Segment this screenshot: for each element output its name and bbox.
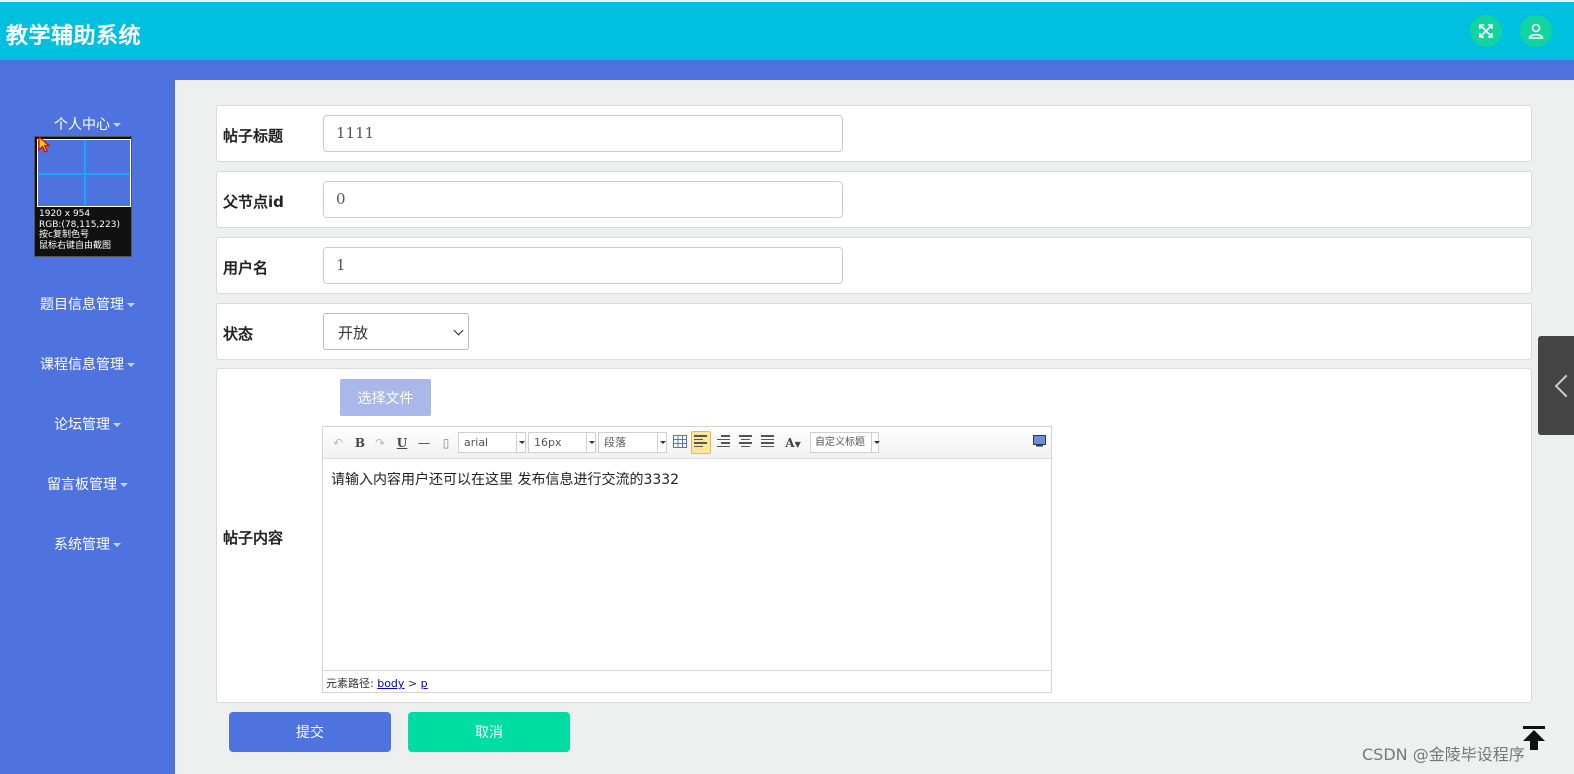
align-center-icon[interactable]: [739, 435, 752, 447]
font-color-label: A: [785, 436, 795, 450]
path-separator: >: [407, 677, 418, 690]
path-p-link[interactable]: p: [421, 677, 428, 690]
undo-icon[interactable]: ↶: [331, 434, 345, 452]
fullscreen-button[interactable]: [1470, 15, 1502, 47]
font-color-button[interactable]: A▼: [783, 434, 803, 452]
username-input[interactable]: 1: [323, 247, 843, 284]
caret-down-icon: [127, 303, 135, 307]
editor-content[interactable]: 请输入内容用户还可以在这里 发布信息进行交流的3332: [331, 469, 679, 489]
picker-rgb: RGB:(78,115,223): [39, 219, 120, 230]
sidebar-item-label: 课程信息管理: [40, 357, 124, 373]
element-path-label: 元素路径:: [326, 677, 374, 690]
form-row-status: 状态 开放: [216, 303, 1532, 360]
status-label: 状态: [223, 325, 254, 343]
align-left-icon: [694, 435, 707, 447]
form-row-username: 用户名 1: [216, 237, 1532, 294]
rich-text-editor: ↶ B ↷ U — ▯ arial 16px 段落 A▼ 自定义标题 请输入内容…: [322, 426, 1052, 693]
horizontal-rule-icon[interactable]: —: [417, 434, 431, 452]
picker-info: 1920 x 954 RGB:(78,115,223) 按c复制色号 鼠标右键自…: [39, 209, 120, 251]
caret-down-icon: [113, 423, 121, 427]
cancel-button[interactable]: 取消: [408, 712, 570, 752]
underline-button[interactable]: U: [395, 434, 409, 452]
sidebar-item-label: 个人中心: [54, 117, 110, 133]
font-family-select[interactable]: arial: [458, 432, 526, 453]
dropdown-arrow-icon: [871, 433, 880, 452]
caret-down-icon: ▼: [794, 439, 801, 449]
caret-down-icon: [120, 483, 128, 487]
custom-heading-select[interactable]: 自定义标题: [810, 432, 880, 453]
parent-id-input[interactable]: 0: [323, 181, 843, 218]
top-header: 教学辅助系统: [0, 0, 1574, 60]
dropdown-arrow-icon: [586, 433, 595, 452]
sidebar-item-label: 题目信息管理: [40, 297, 124, 313]
side-panel-toggle[interactable]: [1538, 336, 1574, 435]
caret-down-icon: [113, 543, 121, 547]
sidebar-item-system-management[interactable]: 系统管理: [0, 534, 175, 554]
status-select-value: 开放: [338, 324, 369, 342]
form-row-parent-id: 父节点id 0: [216, 171, 1532, 228]
title-label: 帖子标题: [223, 127, 284, 145]
sidebar-item-question-management[interactable]: 题目信息管理: [0, 294, 175, 314]
align-justify-icon[interactable]: [761, 435, 774, 447]
path-body-link[interactable]: body: [377, 677, 404, 690]
status-select[interactable]: 开放: [323, 313, 469, 350]
paragraph-value: 段落: [604, 436, 626, 449]
fullscreen-editor-icon[interactable]: [1033, 435, 1046, 447]
picker-dimensions: 1920 x 954: [39, 209, 91, 219]
app-title: 教学辅助系统: [6, 24, 142, 49]
user-button[interactable]: [1520, 15, 1552, 47]
color-picker-overlay: 1920 x 954 RGB:(78,115,223) 按c复制色号 鼠标右键自…: [34, 136, 132, 257]
caret-down-icon: [113, 123, 121, 127]
sidebar-item-course-management[interactable]: 课程信息管理: [0, 354, 175, 374]
choose-file-button[interactable]: 选择文件: [340, 379, 431, 416]
paragraph-select[interactable]: 段落: [598, 432, 667, 453]
sidebar-item-label: 系统管理: [54, 537, 110, 553]
username-label: 用户名: [223, 259, 269, 277]
mouse-cursor-icon: [38, 136, 51, 153]
parent-id-label: 父节点id: [223, 193, 284, 211]
redo-icon[interactable]: ↷: [373, 434, 387, 452]
form-row-title: 帖子标题 1111: [216, 105, 1532, 162]
align-right-icon[interactable]: [717, 435, 730, 447]
sidebar-item-personal-center[interactable]: 个人中心: [0, 114, 175, 134]
editor-element-path: 元素路径: body > p: [323, 670, 1051, 692]
sidebar-item-forum-management[interactable]: 论坛管理: [0, 414, 175, 434]
fullscreen-icon: [1479, 24, 1493, 38]
picker-hint-screenshot: 鼠标右键自由截图: [39, 240, 112, 251]
title-input[interactable]: 1111: [323, 115, 843, 152]
header-band: [0, 60, 1574, 80]
editor-toolbar: ↶ B ↷ U — ▯ arial 16px 段落 A▼ 自定义标题: [323, 427, 1051, 459]
sidebar-item-label: 留言板管理: [47, 477, 117, 493]
dropdown-arrow-icon: [657, 433, 666, 452]
sidebar-item-label: 论坛管理: [54, 417, 110, 433]
dropdown-arrow-icon: [516, 433, 525, 452]
watermark: CSDN @金陵毕设程序: [1362, 745, 1525, 764]
font-size-select[interactable]: 16px: [528, 432, 596, 453]
table-icon[interactable]: [673, 435, 687, 448]
chevron-down-icon: [453, 325, 464, 336]
custom-heading-value: 自定义标题: [815, 437, 865, 448]
page-icon[interactable]: ▯: [439, 434, 453, 452]
font-size-value: 16px: [534, 436, 562, 449]
submit-button[interactable]: 提交: [229, 712, 391, 752]
caret-down-icon: [127, 363, 135, 367]
sidebar-item-message-board[interactable]: 留言板管理: [0, 474, 175, 494]
bold-button[interactable]: B: [353, 434, 367, 452]
user-icon: [1528, 23, 1544, 39]
picker-hint-copy: 按c复制色号: [39, 230, 89, 240]
content-label: 帖子内容: [223, 529, 284, 547]
font-family-value: arial: [464, 436, 489, 449]
